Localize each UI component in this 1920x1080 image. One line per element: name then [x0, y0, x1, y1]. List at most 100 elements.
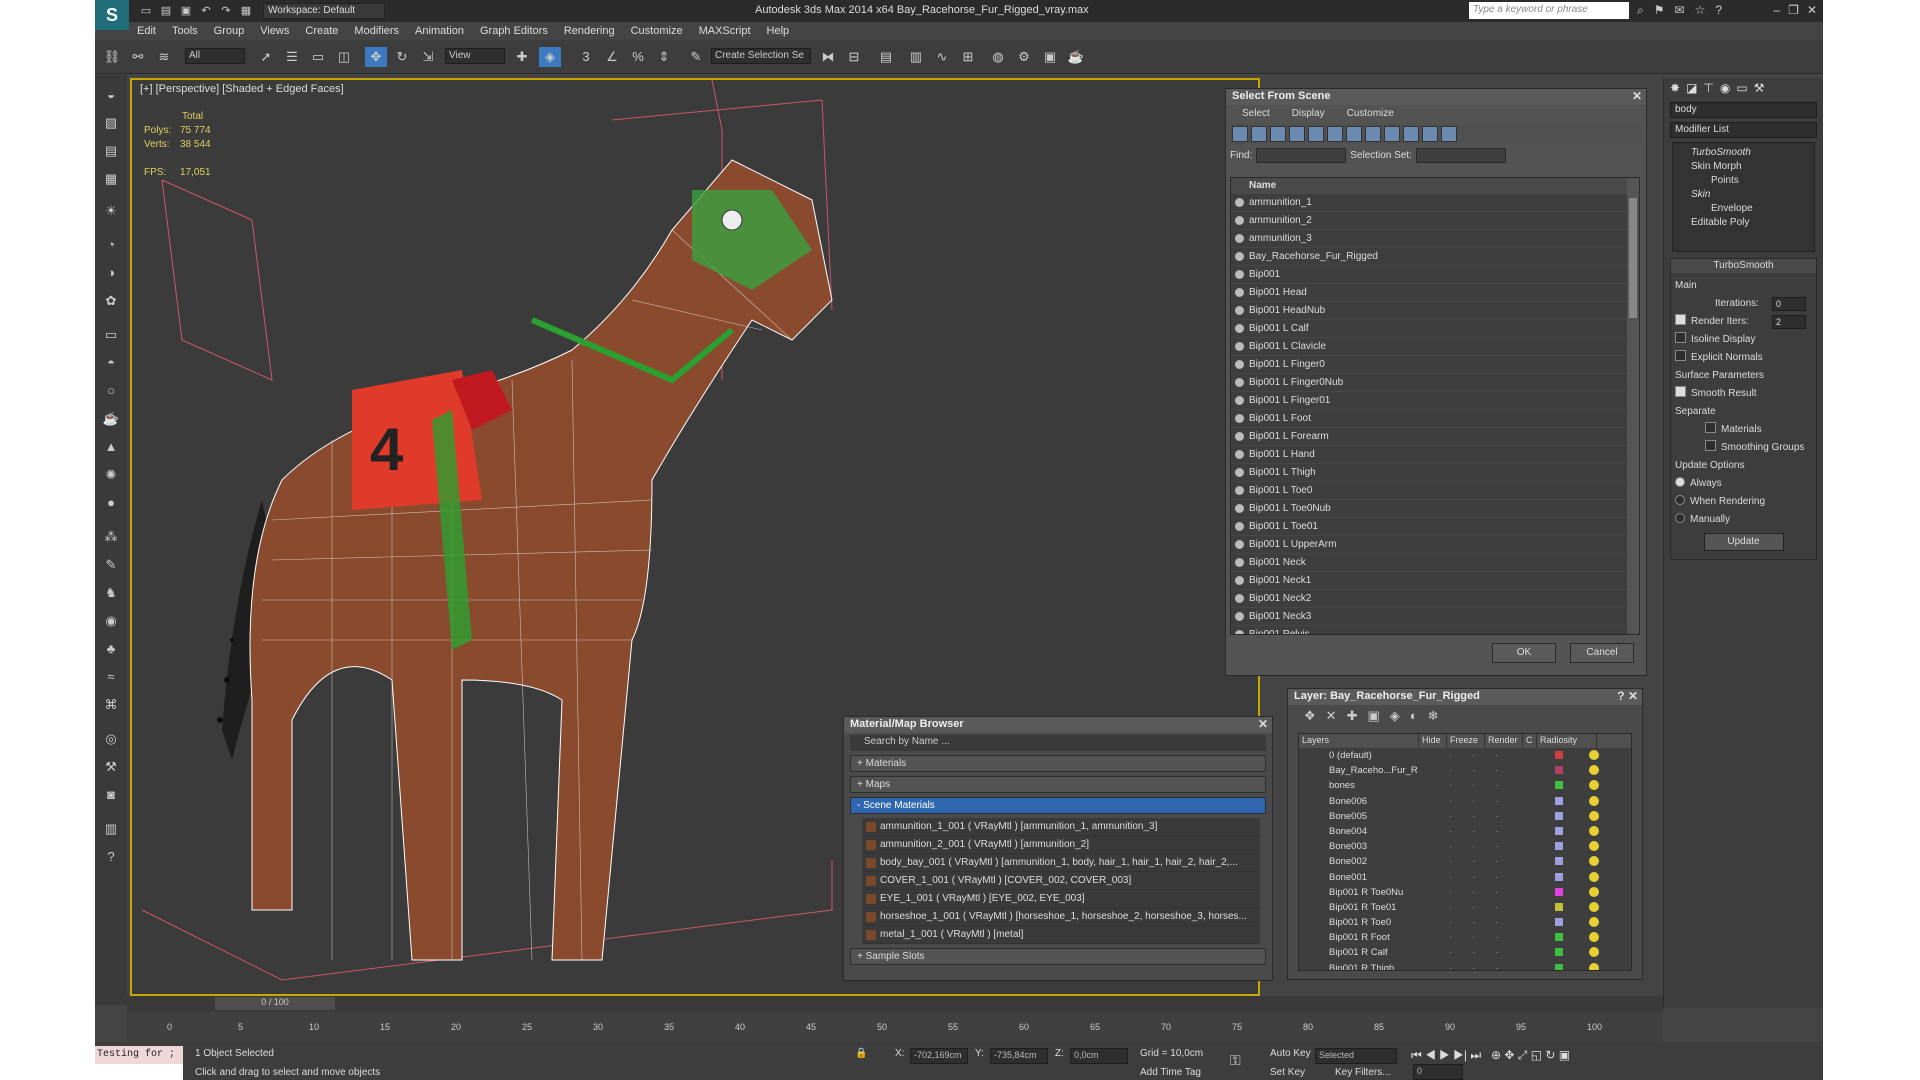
omni-light-icon[interactable]: ● — [101, 493, 121, 513]
menu-create[interactable]: Create — [297, 25, 346, 37]
stack-skin-morph[interactable]: Skin Morph — [1677, 161, 1810, 175]
selection-filter-dropdown[interactable]: All — [185, 48, 245, 64]
scene-materials-section[interactable]: - Scene Materials — [850, 797, 1266, 814]
menu-edit[interactable]: Edit — [129, 25, 164, 37]
layer-toggles[interactable]: ··· — [1449, 854, 1519, 869]
radiosity-bulb-icon[interactable] — [1589, 780, 1599, 791]
scene-object-row[interactable]: Bip001 Pelvis — [1231, 626, 1639, 634]
sun-icon[interactable]: ✺ — [101, 465, 121, 485]
set-key-button[interactable]: Set Key — [1270, 1067, 1305, 1078]
col-hide[interactable]: Hide — [1419, 734, 1447, 748]
maxscript-listener[interactable]: Testing for ; — [95, 1046, 183, 1064]
scene-object-row[interactable]: ammunition_2 — [1231, 212, 1639, 230]
time-slider[interactable]: 0 / 100 — [127, 996, 1663, 1012]
layer-table[interactable]: Layers Hide Freeze Render C Radiosity 0 (defa… — [1298, 733, 1632, 971]
key-mode-dropdown[interactable]: Selected — [1315, 1048, 1397, 1064]
track-bar[interactable]: 0 5 10 15 20 25 30 35 40 45 50 55 60 65 70 75 80 85 90 95 10… — [127, 1012, 1663, 1042]
layer-toggles[interactable]: ··· — [1449, 809, 1519, 824]
viewport-label[interactable]: [+] [Perspective] [Shaded + Edged Faces] — [140, 83, 344, 95]
scene-object-row[interactable]: Bay_Racehorse_Fur_Rigged — [1231, 248, 1639, 266]
key-filters-button[interactable]: Key Filters... — [1335, 1067, 1391, 1078]
link-icon[interactable]: ⛓ — [101, 47, 123, 67]
layer-row[interactable]: Bone005 ··· — [1299, 809, 1631, 824]
layer-toggles[interactable]: ··· — [1449, 824, 1519, 839]
scene-object-row[interactable]: Bip001 L Finger01 — [1231, 392, 1639, 410]
radiosity-bulb-icon[interactable] — [1589, 795, 1599, 806]
communication-icon[interactable]: ✉ — [1675, 3, 1685, 18]
col-freeze[interactable]: Freeze — [1447, 734, 1485, 748]
circle-icon[interactable]: ○ — [101, 381, 121, 401]
select-scale-icon[interactable]: ⇲ — [417, 47, 439, 67]
scene-object-row[interactable]: Bip001 Neck3 — [1231, 608, 1639, 626]
cancel-button[interactable]: Cancel — [1570, 643, 1634, 663]
radiosity-bulb-icon[interactable] — [1589, 932, 1599, 943]
layer-manager-icon[interactable]: ▤ — [875, 47, 897, 67]
maxscript-input[interactable] — [95, 1064, 183, 1080]
name-column-header[interactable]: Name — [1231, 178, 1639, 194]
angle-snap-icon[interactable]: ∠ — [601, 47, 623, 67]
curve-editor-icon[interactable]: ∿ — [931, 47, 953, 67]
render-teapot-icon[interactable]: ☕ — [1065, 47, 1087, 67]
col-render[interactable]: Render — [1485, 734, 1523, 748]
modify-tab-icon[interactable]: ◪ — [1686, 81, 1697, 95]
globe-icon[interactable]: ◉ — [101, 611, 121, 631]
scene-material-item[interactable]: horseshoe_1_001 ( VRayMtl ) [horseshoe_1… — [862, 908, 1260, 926]
layer-toggles[interactable]: ··· — [1449, 870, 1519, 885]
layer-toggles[interactable]: ··· — [1449, 900, 1519, 915]
app-logo-icon[interactable]: S — [95, 0, 129, 30]
col-radiosity[interactable]: Radiosity — [1537, 734, 1597, 748]
y-coordinate[interactable]: -735,84cm — [990, 1048, 1048, 1064]
display-bones-icon[interactable] — [1384, 126, 1400, 142]
close-icon[interactable]: ✕ — [1807, 3, 1817, 17]
scene-material-item[interactable]: ammunition_1_001 ( VRayMtl ) [ammunition… — [862, 818, 1260, 836]
create-light-icon[interactable]: ▤ — [101, 141, 121, 161]
layer-toggles[interactable]: ··· — [1449, 748, 1519, 763]
x-coordinate[interactable]: -702,169cm — [910, 1048, 968, 1064]
layer-color-swatch[interactable] — [1555, 948, 1563, 957]
menu-group[interactable]: Group — [206, 25, 253, 37]
layer-row[interactable]: Bip001 R Toe0 ··· — [1299, 915, 1631, 930]
radiosity-bulb-icon[interactable] — [1589, 750, 1599, 760]
display-geometry-icon[interactable] — [1232, 126, 1248, 142]
hide-all-icon[interactable]: ◐ — [1410, 708, 1418, 723]
material-editor-icon[interactable]: ◍ — [987, 47, 1009, 67]
layer-color-swatch[interactable] — [1555, 766, 1563, 775]
layer-row[interactable]: Bone006 ··· — [1299, 794, 1631, 809]
layer-color-swatch[interactable] — [1555, 781, 1563, 790]
display-frozen-icon[interactable] — [1422, 126, 1438, 142]
open-file-icon[interactable]: ▤ — [159, 4, 173, 18]
select-object-icon[interactable]: ➚ — [255, 47, 277, 67]
scene-object-row[interactable]: Bip001 L Foot — [1231, 410, 1639, 428]
add-time-tag[interactable]: Add Time Tag — [1140, 1067, 1201, 1078]
menu-views[interactable]: Views — [252, 25, 297, 37]
scene-material-item[interactable]: ammunition_2_001 ( VRayMtl ) [ammunition… — [862, 836, 1260, 854]
reference-coordinate-dropdown[interactable]: View — [445, 48, 505, 64]
materials-checkbox[interactable]: Materials — [1675, 421, 1812, 439]
auto-key-button[interactable]: Auto Key — [1270, 1048, 1311, 1059]
layer-toggles[interactable]: ··· — [1449, 763, 1519, 778]
scene-object-row[interactable]: Bip001 Neck1 — [1231, 572, 1639, 590]
create-geometry-icon[interactable]: ◒ — [101, 85, 121, 105]
spinner-snap-icon[interactable]: ⇕ — [653, 47, 675, 67]
stack-turbosmooth[interactable]: TurboSmooth — [1677, 147, 1810, 161]
scene-object-row[interactable]: Bip001 L Toe0Nub — [1231, 500, 1639, 518]
layer-color-swatch[interactable] — [1555, 826, 1563, 835]
display-cameras-icon[interactable] — [1289, 126, 1305, 142]
sfs-menu-display[interactable]: Display — [1292, 108, 1325, 119]
rendered-frame-icon[interactable]: ▣ — [1039, 47, 1061, 67]
radiosity-bulb-icon[interactable] — [1589, 871, 1599, 882]
radiosity-bulb-icon[interactable] — [1589, 810, 1599, 821]
maximize-icon[interactable]: ❐ — [1788, 3, 1799, 17]
layer-toggles[interactable]: ··· — [1449, 839, 1519, 854]
mmb-search-input[interactable]: Search by Name ... — [850, 735, 1266, 751]
frame-counter[interactable]: 0 / 100 — [215, 997, 335, 1010]
percent-snap-icon[interactable]: % — [627, 47, 649, 67]
unlink-icon[interactable]: ⚯ — [127, 47, 149, 67]
scene-object-row[interactable]: ammunition_1 — [1231, 194, 1639, 212]
layer-row[interactable]: Bip001 R Thigh ··· — [1299, 961, 1631, 970]
radiosity-bulb-icon[interactable] — [1589, 886, 1599, 897]
find-input[interactable] — [1256, 148, 1347, 163]
isoline-display-checkbox[interactable]: Isoline Display — [1675, 331, 1812, 349]
layer-toggles[interactable]: ··· — [1449, 945, 1519, 960]
spacewarp-icon[interactable]: ◔ — [101, 235, 121, 255]
